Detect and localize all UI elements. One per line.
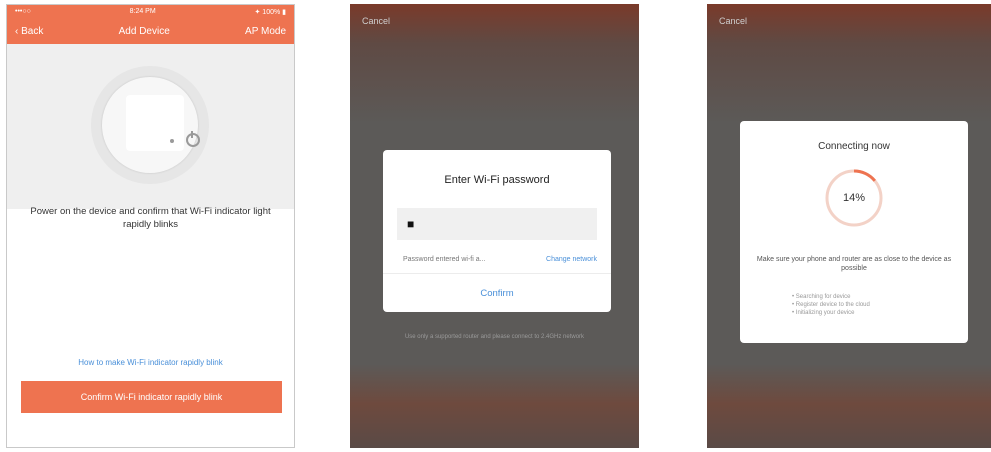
step-item: Searching for device	[792, 293, 870, 301]
device-disc	[102, 77, 200, 173]
status-bar: •••○○ 8:24 PM ✦ 100% ▮	[7, 5, 294, 18]
change-network-link[interactable]: Change network	[546, 256, 597, 263]
back-button[interactable]: ‹ Back	[15, 26, 43, 37]
page-title: Add Device	[118, 25, 170, 37]
indicator-dot-icon	[170, 139, 174, 143]
cancel-button[interactable]: Cancel	[719, 16, 747, 26]
confirm-blink-button[interactable]: Confirm Wi-Fi indicator rapidly blink	[21, 381, 282, 413]
ap-mode-button[interactable]: AP Mode	[245, 26, 286, 37]
device-ring	[91, 66, 209, 184]
step-item: Register device to the cloud	[792, 301, 870, 309]
signal-indicator: •••○○	[15, 8, 31, 15]
router-note: Use only a supported router and please c…	[404, 334, 585, 340]
connection-steps: Searching for device Register device to …	[792, 293, 870, 317]
power-icon	[186, 131, 200, 147]
cancel-button[interactable]: Cancel	[362, 16, 390, 26]
progress-percent: 14%	[842, 192, 866, 204]
wifi-password-dialog: Enter Wi-Fi password Password entered wi…	[383, 150, 611, 312]
add-device-screen: •••○○ 8:24 PM ✦ 100% ▮ ‹ Back Add Device…	[6, 4, 295, 448]
step-item: Initializing your device	[792, 309, 870, 317]
battery-indicator: ✦ 100% ▮	[254, 8, 286, 16]
clock: 8:24 PM	[129, 8, 156, 15]
confirm-button[interactable]: Confirm	[383, 273, 611, 312]
connecting-dialog: Connecting now 14% Make sure your phone …	[740, 121, 968, 343]
wifi-password-screen: Cancel Enter Wi-Fi password Password ent…	[350, 4, 639, 448]
device-illustration	[7, 44, 294, 209]
instruction-text: Power on the device and confirm that Wi-…	[30, 206, 271, 230]
help-link[interactable]: How to make Wi-Fi indicator rapidly blin…	[7, 358, 294, 367]
password-input[interactable]	[397, 208, 597, 240]
proximity-note: Make sure your phone and router are as c…	[756, 256, 952, 272]
dialog-title: Enter Wi-Fi password	[444, 174, 550, 186]
nav-bar: ‹ Back Add Device AP Mode	[7, 18, 294, 44]
device-face	[126, 95, 200, 151]
connecting-screen: Cancel Connecting now 14% Make sure your…	[707, 4, 991, 448]
password-hint: Password entered wi-fi a...	[403, 256, 486, 263]
connecting-title: Connecting now	[818, 141, 890, 152]
